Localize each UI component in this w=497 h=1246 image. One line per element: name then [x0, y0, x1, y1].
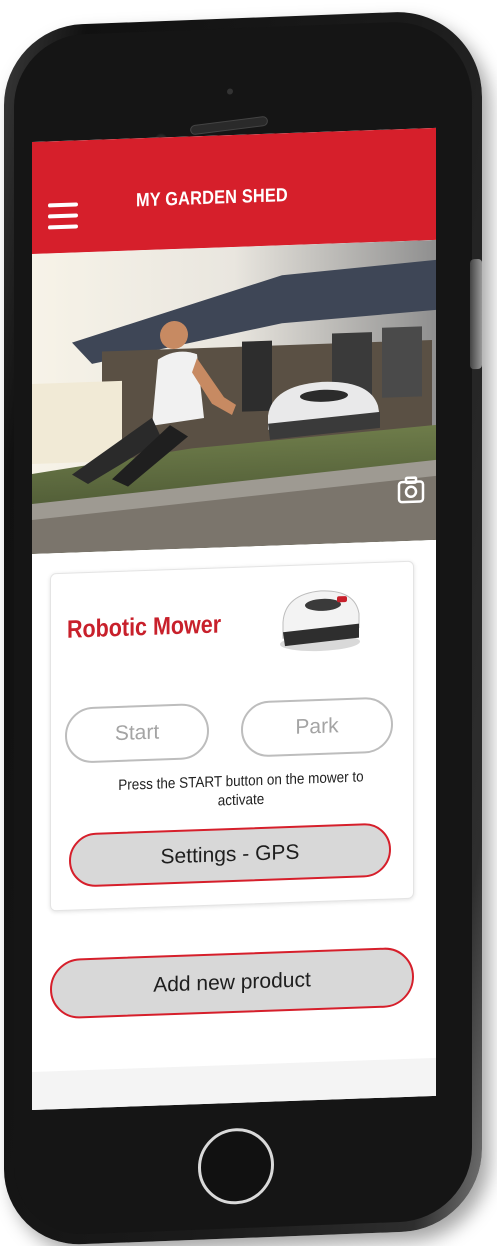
- app-title: MY GARDEN SHED: [136, 185, 288, 212]
- product-card: Robotic Mower Start Park Press the START…: [50, 560, 414, 912]
- robotic-mower-image: [275, 577, 365, 656]
- stage: MY GARDEN SHED Robotic Mower Start Park …: [0, 0, 497, 1246]
- side-button: [470, 258, 482, 370]
- start-button[interactable]: Start: [65, 702, 209, 764]
- hero-image: [32, 239, 436, 554]
- camera-icon[interactable]: [396, 474, 426, 505]
- app-header: MY GARDEN SHED: [32, 127, 436, 254]
- hero-photo: [32, 239, 436, 554]
- product-name: Robotic Mower: [67, 610, 222, 644]
- app-screen: MY GARDEN SHED Robotic Mower Start Park …: [32, 127, 436, 1110]
- park-button[interactable]: Park: [241, 696, 393, 758]
- activation-hint: Press the START button on the mower to a…: [118, 768, 364, 810]
- add-new-product-button[interactable]: Add new product: [50, 946, 414, 1020]
- hamburger-menu-icon[interactable]: [48, 202, 78, 231]
- settings-gps-button[interactable]: Settings - GPS: [69, 822, 391, 888]
